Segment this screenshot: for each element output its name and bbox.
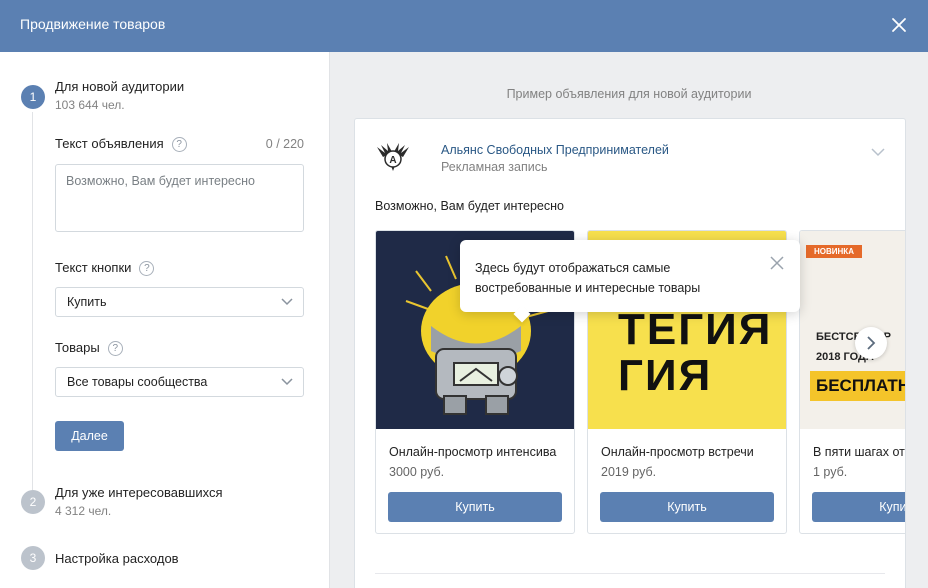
help-icon[interactable]: ? xyxy=(107,341,123,356)
chevron-right-icon xyxy=(867,336,876,350)
publisher-subtitle: Рекламная запись xyxy=(441,160,548,174)
product-image-text-2: ГИЯ xyxy=(618,351,713,400)
step-1-title[interactable]: Для новой аудитории xyxy=(55,79,184,94)
step-1-audience-count: 103 644 чел. xyxy=(55,98,125,112)
product-image-text-1: ТЕГИЯ xyxy=(618,305,773,354)
product-name: Онлайн-просмотр интенсива xyxy=(389,445,557,459)
step-2-number: 2 xyxy=(21,490,45,514)
carousel-next-button[interactable] xyxy=(855,327,887,359)
ad-text-input[interactable]: Возможно, Вам будет интересно xyxy=(55,164,304,232)
buy-button[interactable]: Купить xyxy=(600,492,774,522)
modal-title: Продвижение товаров xyxy=(20,16,166,32)
publisher-name[interactable]: Альянс Свободных Предпринимателей xyxy=(441,143,669,157)
button-text-value: Купить xyxy=(67,295,107,309)
steps-connector xyxy=(32,112,33,490)
chevron-down-icon[interactable] xyxy=(871,148,885,157)
products-value: Все товары сообщества xyxy=(67,375,208,389)
modal-header: Продвижение товаров xyxy=(0,0,928,52)
products-label: Товары? xyxy=(55,340,123,356)
help-icon[interactable]: ? xyxy=(171,137,187,152)
products-hint-tooltip: Здесь будут отображаться самые востребов… xyxy=(460,240,800,323)
product-name: В пяти шагах от xyxy=(813,445,905,459)
product-name: Онлайн-просмотр встречи xyxy=(601,445,754,459)
chevron-down-icon xyxy=(281,298,293,306)
step-3-title[interactable]: Настройка расходов xyxy=(55,551,179,566)
next-button[interactable]: Далее xyxy=(55,421,124,451)
preview-caption: Пример объявления для новой аудитории xyxy=(506,87,752,101)
ad-text-label-text: Текст объявления xyxy=(55,136,164,151)
step-1-number: 1 xyxy=(21,85,45,109)
post-text: Возможно, Вам будет интересно xyxy=(375,199,564,213)
product-card[interactable]: НОВИНКА БЕСТСЕЛЛЕР 2018 ГОДА БЕСПЛАТНО В… xyxy=(799,230,905,534)
products-label-text: Товары xyxy=(55,340,100,355)
close-icon[interactable] xyxy=(888,14,910,36)
product-image-banner: БЕСПЛАТНО xyxy=(810,371,905,401)
buy-button[interactable]: Купить xyxy=(812,492,905,522)
button-text-label: Текст кнопки? xyxy=(55,260,155,276)
button-text-select[interactable]: Купить xyxy=(55,287,304,317)
divider xyxy=(375,573,885,574)
buy-button[interactable]: Купить xyxy=(388,492,562,522)
step-2-title[interactable]: Для уже интересовавшихся xyxy=(55,485,223,500)
preview-panel: Пример объявления для новой аудитории A … xyxy=(330,52,928,588)
product-image: НОВИНКА БЕСТСЕЛЛЕР 2018 ГОДА БЕСПЛАТНО xyxy=(800,231,905,429)
products-select[interactable]: Все товары сообщества xyxy=(55,367,304,397)
logo-letter: A xyxy=(389,155,396,166)
tooltip-text: Здесь будут отображаться самые востребов… xyxy=(475,261,701,295)
publisher-logo: A xyxy=(377,143,409,171)
ad-text-counter: 0 / 220 xyxy=(265,137,304,151)
step-2-audience-count: 4 312 чел. xyxy=(55,504,112,518)
ad-preview-card: A Альянс Свободных Предпринимателей Рекл… xyxy=(354,118,906,588)
step-3-number: 3 xyxy=(21,546,45,570)
settings-panel: 1 Для новой аудитории 103 644 чел. Текст… xyxy=(0,52,330,588)
new-badge: НОВИНКА xyxy=(806,245,862,258)
close-icon[interactable] xyxy=(770,256,784,270)
product-price: 1 руб. xyxy=(813,465,848,479)
ad-text-label: Текст объявления? xyxy=(55,136,187,152)
help-icon[interactable]: ? xyxy=(139,261,155,276)
product-price: 2019 руб. xyxy=(601,465,657,479)
chevron-down-icon xyxy=(281,378,293,386)
product-price: 3000 руб. xyxy=(389,465,445,479)
button-text-label-text: Текст кнопки xyxy=(55,260,132,275)
